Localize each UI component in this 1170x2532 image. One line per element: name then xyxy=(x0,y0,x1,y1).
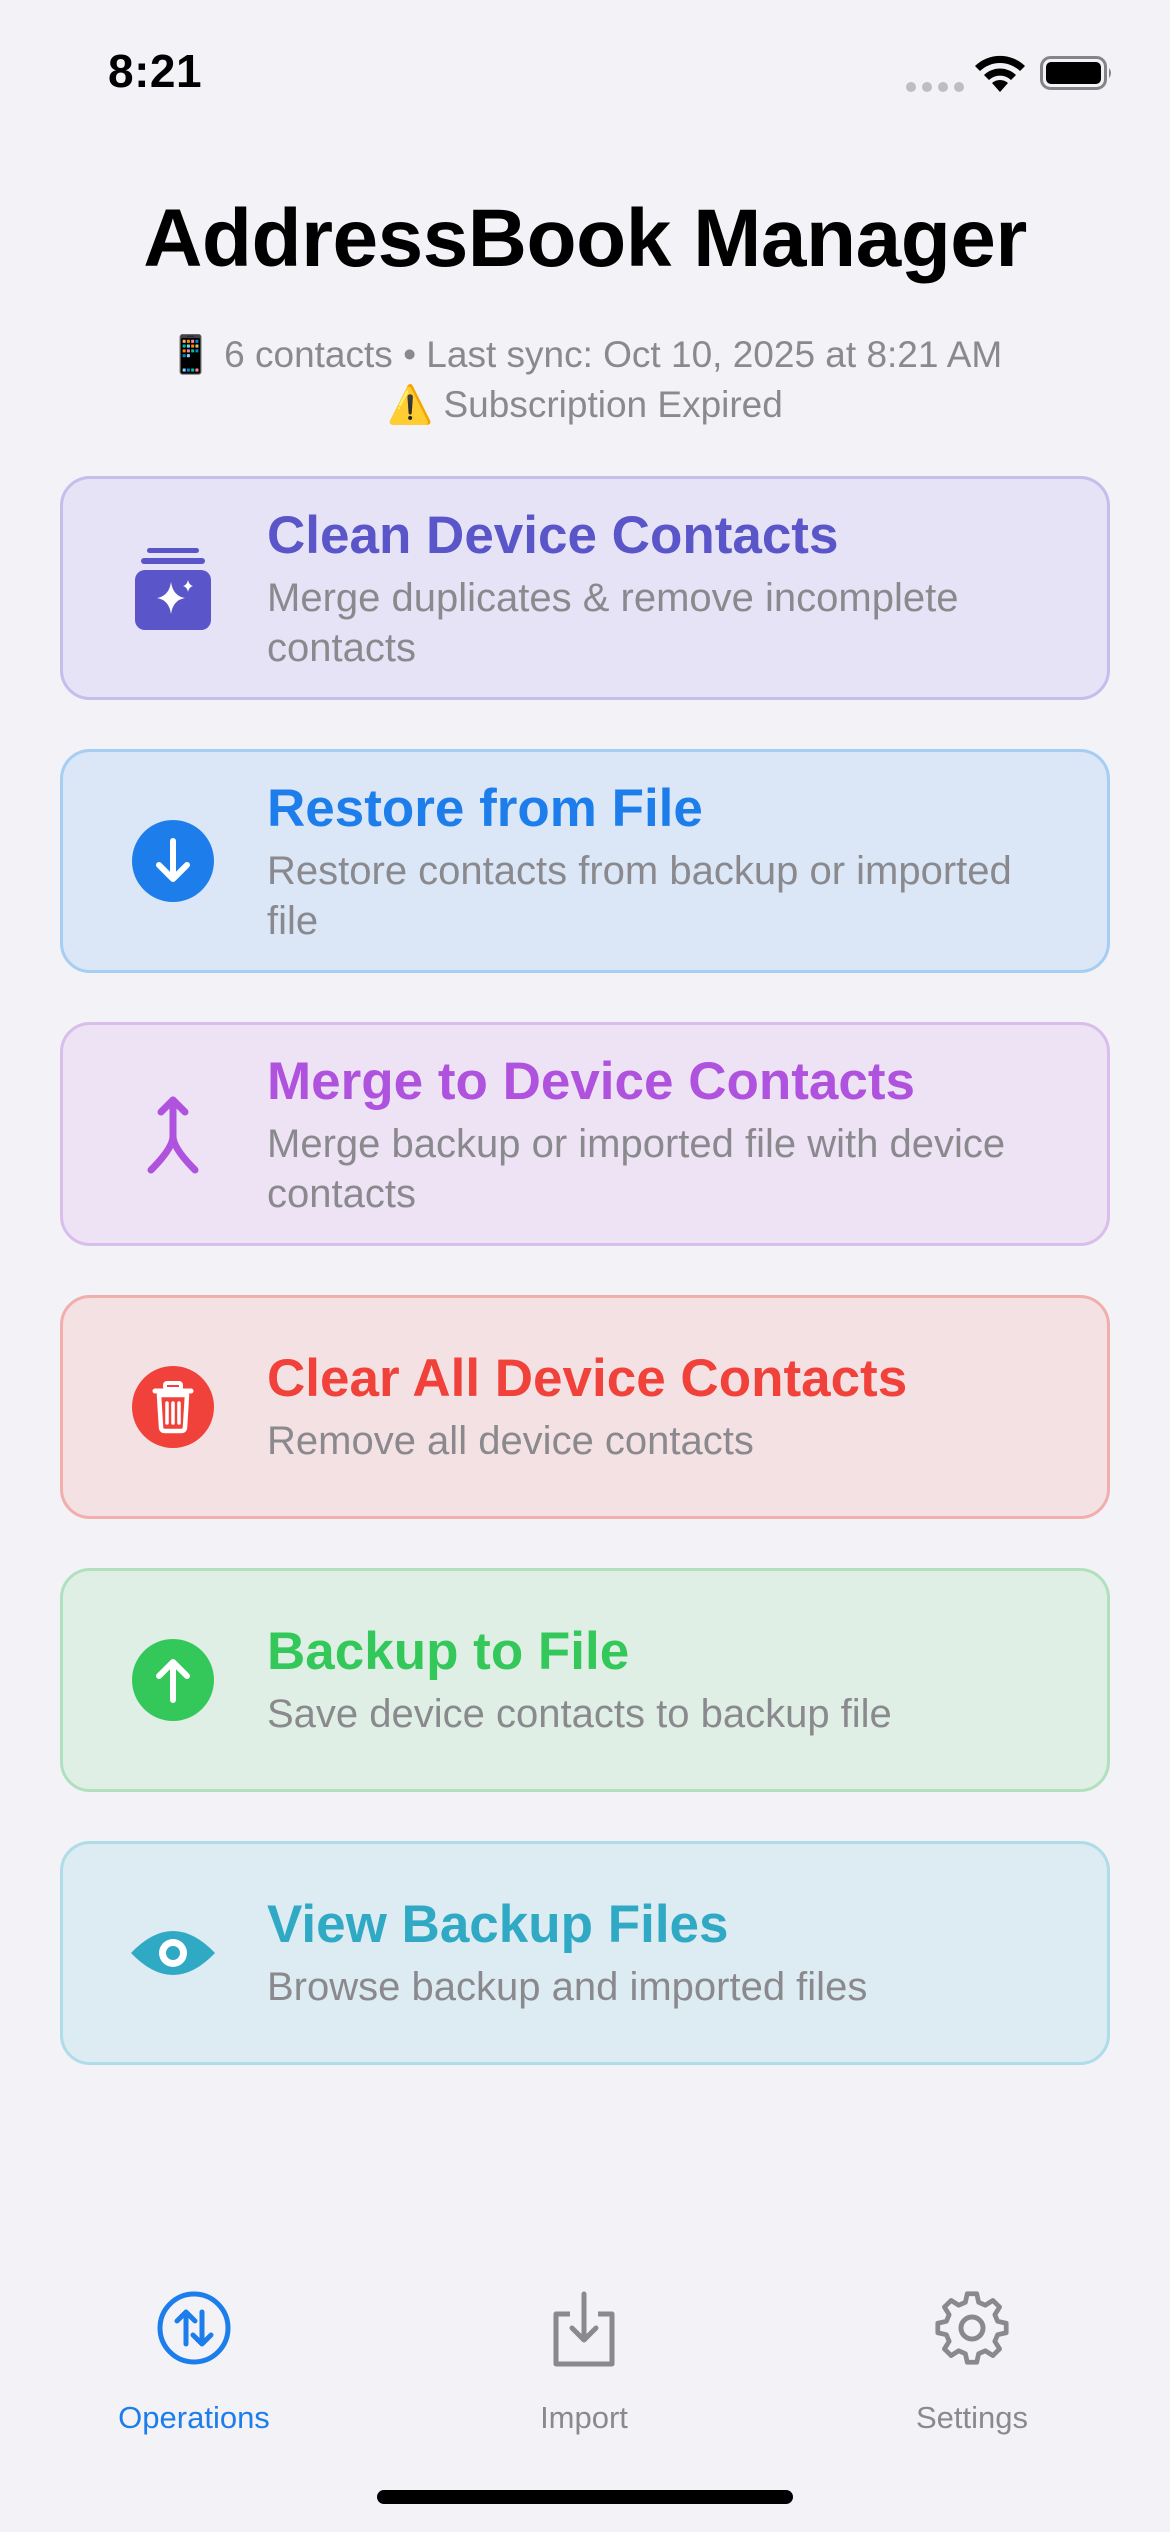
sparkle-tray-icon xyxy=(129,544,217,632)
card-description: Merge backup or imported file with devic… xyxy=(267,1122,1006,1216)
card-title: Clear All Device Contacts xyxy=(267,1349,908,1408)
card-description: Restore contacts from backup or imported… xyxy=(267,849,1012,943)
trash-circle-icon xyxy=(129,1363,217,1451)
tray-download-icon xyxy=(553,2291,615,2367)
card-title: Merge to Device Contacts xyxy=(267,1052,915,1111)
tab-operations[interactable]: Operations xyxy=(74,2290,314,2435)
tab-import[interactable]: Import xyxy=(464,2290,704,2435)
card-description: Browse backup and imported files xyxy=(267,1965,868,2009)
sync-status: 📱 6 contacts • Last sync: Oct 10, 2025 a… xyxy=(0,334,1170,377)
eye-icon xyxy=(129,1909,217,1997)
card-description: Save device contacts to backup file xyxy=(267,1692,892,1736)
sync-text: 6 contacts • Last sync: Oct 10, 2025 at … xyxy=(224,334,1003,375)
merge-to-device-contacts-button[interactable]: Merge to Device Contacts Merge backup or… xyxy=(60,1022,1110,1246)
warning-icon: ⚠️ xyxy=(387,384,434,425)
card-title: View Backup Files xyxy=(267,1895,729,1954)
card-title: Restore from File xyxy=(267,779,703,838)
arrow-down-circle-icon xyxy=(129,817,217,905)
tab-label: Operations xyxy=(118,2400,270,2435)
backup-to-file-button[interactable]: Backup to File Save device contacts to b… xyxy=(60,1568,1110,1792)
card-title: Clean Device Contacts xyxy=(267,506,839,565)
tab-label: Settings xyxy=(915,2400,1028,2435)
phone-icon: 📱 xyxy=(167,334,214,375)
page-title: AddressBook Manager xyxy=(143,193,1027,284)
subscription-text: Subscription Expired xyxy=(443,384,783,425)
subscription-status: ⚠️ Subscription Expired xyxy=(0,384,1170,427)
home-indicator[interactable] xyxy=(377,2490,793,2504)
wifi-icon xyxy=(975,55,1025,92)
clean-device-contacts-button[interactable]: Clean Device Contacts Merge duplicates &… xyxy=(60,476,1110,700)
restore-from-file-button[interactable]: Restore from File Restore contacts from … xyxy=(60,749,1110,973)
card-title: Backup to File xyxy=(267,1622,630,1681)
card-description: Merge duplicates & remove incomplete con… xyxy=(267,576,959,670)
merge-arrow-icon xyxy=(129,1090,217,1178)
arrows-up-down-circle-icon xyxy=(157,2291,231,2365)
view-backup-files-button[interactable]: View Backup Files Browse backup and impo… xyxy=(60,1841,1110,2065)
status-time: 8:21 xyxy=(108,45,203,97)
clear-all-device-contacts-button[interactable]: Clear All Device Contacts Remove all dev… xyxy=(60,1295,1110,1519)
card-description: Remove all device contacts xyxy=(267,1419,754,1463)
gear-icon xyxy=(935,2291,1009,2365)
battery-icon xyxy=(1040,56,1111,90)
status-bar: 8:21 xyxy=(0,0,1170,150)
arrow-up-circle-icon xyxy=(129,1636,217,1724)
tab-settings[interactable]: Settings xyxy=(852,2290,1092,2435)
tab-label: Import xyxy=(540,2400,628,2435)
cellular-signal-icon xyxy=(906,82,964,92)
